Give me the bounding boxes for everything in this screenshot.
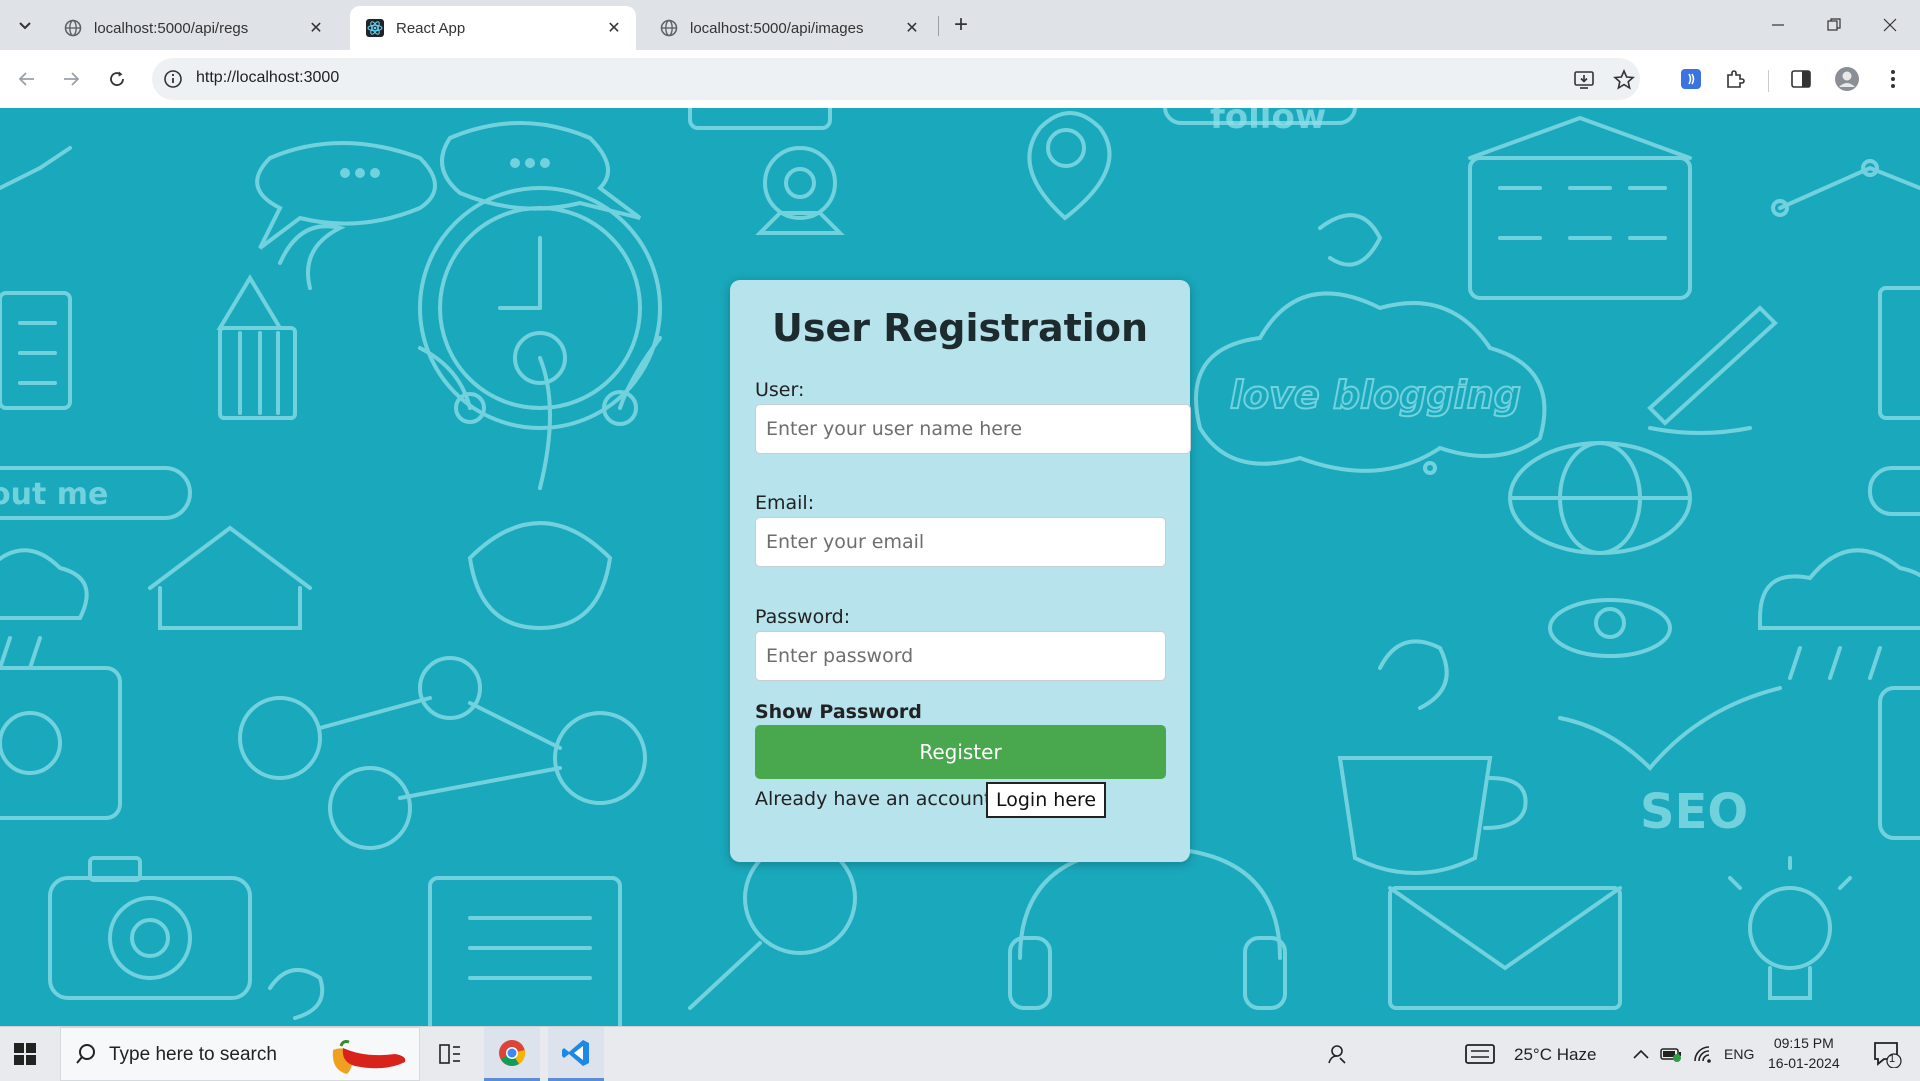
close-tab-icon[interactable]: ✕ [602, 16, 626, 40]
tab-title: React App [396, 19, 466, 37]
doodle-text-follow: follow [1210, 108, 1326, 137]
tab-search-chevron-icon[interactable] [12, 12, 38, 38]
language-indicator[interactable]: ENG [1724, 1046, 1754, 1062]
username-input[interactable] [755, 404, 1191, 454]
close-tab-icon[interactable]: ✕ [304, 16, 328, 40]
globe-icon [64, 19, 82, 37]
clock-date: 16-01-2024 [1768, 1055, 1840, 1071]
reload-icon[interactable] [102, 64, 132, 94]
doodle-text-seo: SEO [1640, 784, 1748, 840]
windows-taskbar: Type here to search 25°C Haze ENG 09:15 … [0, 1026, 1920, 1081]
minimize-window-icon[interactable] [1750, 0, 1806, 50]
show-password-toggle[interactable]: Show Password [755, 701, 922, 723]
react-logo-icon [366, 19, 384, 37]
side-panel-icon[interactable] [1788, 66, 1814, 92]
search-icon [75, 1043, 97, 1065]
weather-icon[interactable] [1460, 1027, 1500, 1081]
tab-separator [938, 16, 939, 36]
registration-card: User Registration User: Email: Password:… [730, 280, 1191, 862]
system-clock[interactable]: 09:15 PM 16-01-2024 [1768, 1033, 1840, 1073]
url-text: http://localhost:3000 [196, 69, 340, 86]
clock-time: 09:15 PM [1773, 1035, 1834, 1051]
tab-api-regs[interactable]: localhost:5000/api/regs ✕ [48, 6, 338, 50]
user-label: User: [755, 379, 805, 401]
site-info-icon[interactable] [162, 68, 184, 90]
back-arrow-icon[interactable] [12, 64, 42, 94]
tab-api-images[interactable]: localhost:5000/api/images ✕ [644, 6, 934, 50]
globe-icon [660, 19, 678, 37]
new-tab-plus-icon[interactable]: + [948, 11, 974, 38]
taskbar-search-box[interactable]: Type here to search [60, 1027, 420, 1081]
windows-start-icon[interactable] [12, 1041, 38, 1067]
profile-avatar[interactable] [1834, 66, 1860, 92]
password-input[interactable] [755, 631, 1166, 681]
tab-react-app[interactable]: React App ✕ [350, 6, 636, 50]
notification-count: 1 [1889, 1053, 1896, 1065]
password-label: Password: [755, 606, 851, 628]
search-placeholder-text: Type here to search [109, 1044, 277, 1065]
close-window-icon[interactable] [1862, 0, 1918, 50]
install-app-icon[interactable] [1572, 68, 1596, 92]
email-input[interactable] [755, 517, 1166, 567]
email-label: Email: [755, 492, 815, 514]
address-bar[interactable]: http://localhost:3000 [152, 58, 1640, 100]
bookmark-star-icon[interactable] [1612, 68, 1636, 92]
form-title: User Registration [772, 306, 1148, 350]
browser-menu-icon[interactable] [1880, 66, 1906, 92]
notifications-icon[interactable]: 1 [1862, 1027, 1912, 1081]
tab-title: localhost:5000/api/regs [94, 19, 249, 37]
wifi-icon[interactable] [1688, 1027, 1718, 1081]
chili-peppers-icon [325, 1036, 409, 1081]
browser-toolbar: http://localhost:3000 [0, 50, 1920, 109]
extensions-puzzle-icon[interactable] [1722, 66, 1748, 92]
doodle-text-about-me: out me [0, 477, 108, 512]
close-tab-icon[interactable]: ✕ [900, 16, 924, 40]
tab-title: localhost:5000/api/images [690, 19, 864, 37]
doodle-text-blogging: love blogging [1230, 373, 1521, 417]
login-here-button[interactable]: Login here [986, 782, 1107, 818]
people-search-icon[interactable] [1308, 1027, 1364, 1081]
chrome-taskbar-icon[interactable] [484, 1027, 540, 1081]
vscode-taskbar-icon[interactable] [548, 1027, 604, 1081]
forward-arrow-icon[interactable] [56, 64, 86, 94]
battery-icon[interactable] [1656, 1027, 1686, 1081]
browser-tab-bar: localhost:5000/api/regs ✕ React App ✕ lo… [0, 0, 1920, 50]
toolbar-divider [1768, 70, 1769, 92]
weather-text[interactable]: 25°C Haze [1514, 1045, 1596, 1065]
page-viewport: follow love blogging out me SEO User Reg… [0, 108, 1920, 1026]
extension-blue-icon[interactable] [1678, 66, 1704, 92]
already-have-account-text: Already have an account? [755, 788, 1002, 810]
register-button[interactable]: Register [755, 725, 1166, 779]
task-view-icon[interactable] [422, 1027, 478, 1081]
restore-window-icon[interactable] [1806, 0, 1862, 50]
show-hidden-icons-chevron-icon[interactable] [1626, 1027, 1656, 1081]
